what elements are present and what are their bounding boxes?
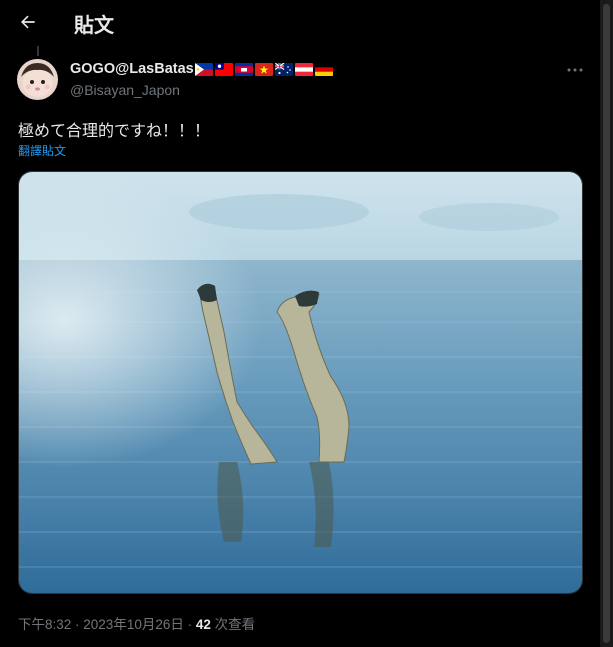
- author-name-row: GOGO@LasBatas: [70, 61, 333, 77]
- more-dots-icon: [567, 68, 583, 72]
- views-label: 次查看: [210, 617, 256, 632]
- thread-connector: [37, 46, 39, 56]
- taiwan-flag-icon: [214, 62, 233, 76]
- germany-flag-icon: [314, 62, 333, 76]
- australia-flag-icon: [274, 62, 293, 76]
- translate-link[interactable]: 翻譯貼文: [18, 142, 66, 159]
- back-button[interactable]: [16, 10, 40, 34]
- austria-flag-icon: [294, 62, 313, 76]
- tweet-text: 極めて合理的ですね！！！: [18, 123, 211, 140]
- author-handle[interactable]: @Bisayan_Japon: [70, 82, 180, 98]
- philippines-flag-icon: [194, 62, 213, 76]
- meta-separator: ·: [183, 617, 196, 632]
- legs-in-water-photo: [19, 172, 582, 593]
- scrollbar-thumb[interactable]: [603, 4, 610, 643]
- meta-separator: ·: [71, 617, 84, 632]
- page-title: 貼文: [74, 15, 114, 37]
- more-options-button[interactable]: [564, 62, 586, 78]
- tweet-image[interactable]: [18, 171, 583, 594]
- author-display-name[interactable]: GOGO@LasBatas: [70, 61, 194, 77]
- vietnam-flag-icon: [254, 62, 273, 76]
- avatar[interactable]: [17, 59, 58, 100]
- cambodia-flag-icon: [234, 62, 253, 76]
- views-count: 42: [195, 617, 211, 632]
- tweet-time[interactable]: 下午8:32: [18, 617, 71, 632]
- flag-emojis: [194, 62, 333, 76]
- arrow-left-icon: [21, 15, 35, 29]
- tweet-date[interactable]: 2023年10月26日: [83, 617, 184, 632]
- tweet-meta: 下午8:32 · 2023年10月26日 · 42 次查看: [18, 613, 255, 633]
- page-header: 貼文: [0, 0, 613, 44]
